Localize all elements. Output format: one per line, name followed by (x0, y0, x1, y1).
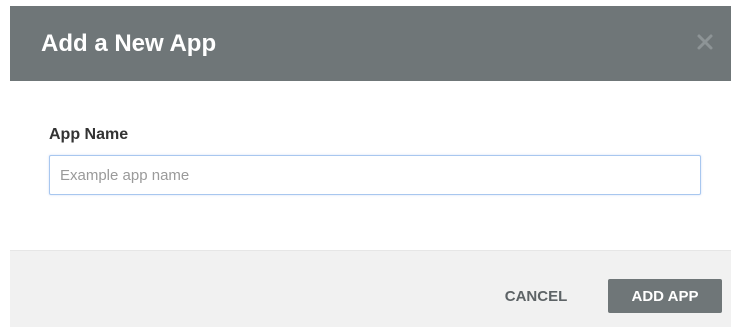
add-app-button[interactable]: ADD APP (608, 279, 722, 313)
close-icon (697, 34, 713, 50)
dialog-title: Add a New App (41, 30, 217, 57)
dialog-footer: CANCEL ADD APP (10, 250, 731, 327)
app-name-input[interactable] (49, 155, 701, 195)
cancel-button[interactable]: CANCEL (486, 279, 586, 313)
app-name-label: App Name (49, 126, 129, 143)
close-button[interactable] (691, 28, 719, 56)
dialog-header: Add a New App (10, 6, 731, 81)
add-app-dialog: Add a New App App Name CANCEL ADD APP (10, 6, 731, 327)
dialog-body: App Name (10, 81, 731, 250)
